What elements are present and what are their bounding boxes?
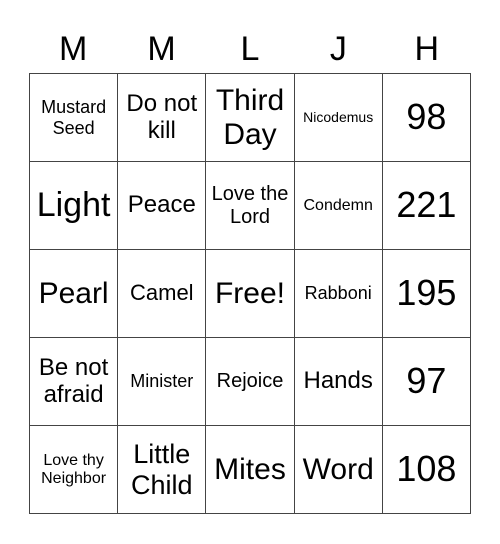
header-letter: J xyxy=(329,30,347,68)
bingo-cell[interactable]: Mites xyxy=(206,426,295,514)
bingo-cell[interactable]: Love the Lord xyxy=(206,162,295,250)
bingo-cell[interactable]: 221 xyxy=(382,162,471,250)
bingo-cell[interactable]: 97 xyxy=(382,338,471,426)
bingo-cell[interactable]: Peace xyxy=(118,162,207,250)
header-letter: M xyxy=(147,30,176,68)
bingo-cell[interactable]: 98 xyxy=(382,74,471,162)
bingo-cell[interactable]: Little Child xyxy=(118,426,207,514)
header-letter: H xyxy=(414,30,440,68)
bingo-cell[interactable]: Light xyxy=(30,162,119,250)
bingo-cell[interactable]: Camel xyxy=(118,250,207,338)
bingo-cell[interactable]: Condemn xyxy=(294,162,383,250)
bingo-cell[interactable]: Mustard Seed xyxy=(30,74,119,162)
bingo-header: M M L J H xyxy=(29,26,471,72)
bingo-cell[interactable]: Pearl xyxy=(30,250,119,338)
bingo-cell[interactable]: Do not kill xyxy=(118,74,207,162)
bingo-cell[interactable]: Nicodemus xyxy=(294,74,383,162)
bingo-cell[interactable]: Be not afraid xyxy=(30,338,119,426)
bingo-cell[interactable]: Rejoice xyxy=(206,338,295,426)
header-letter: L xyxy=(240,30,260,68)
bingo-cell[interactable]: Word xyxy=(294,426,383,514)
bingo-cell[interactable]: Minister xyxy=(118,338,207,426)
free-space-cell[interactable]: Free! xyxy=(206,250,295,338)
bingo-card-grid: Mustard Seed Do not kill Third Day Nicod… xyxy=(29,73,471,514)
bingo-cell[interactable]: 108 xyxy=(382,426,471,514)
bingo-cell[interactable]: 195 xyxy=(382,250,471,338)
bingo-cell[interactable]: Hands xyxy=(294,338,383,426)
bingo-cell[interactable]: Rabboni xyxy=(294,250,383,338)
header-letter: M xyxy=(59,30,88,68)
bingo-cell[interactable]: Love thy Neighbor xyxy=(30,426,119,514)
bingo-cell[interactable]: Third Day xyxy=(206,74,295,162)
